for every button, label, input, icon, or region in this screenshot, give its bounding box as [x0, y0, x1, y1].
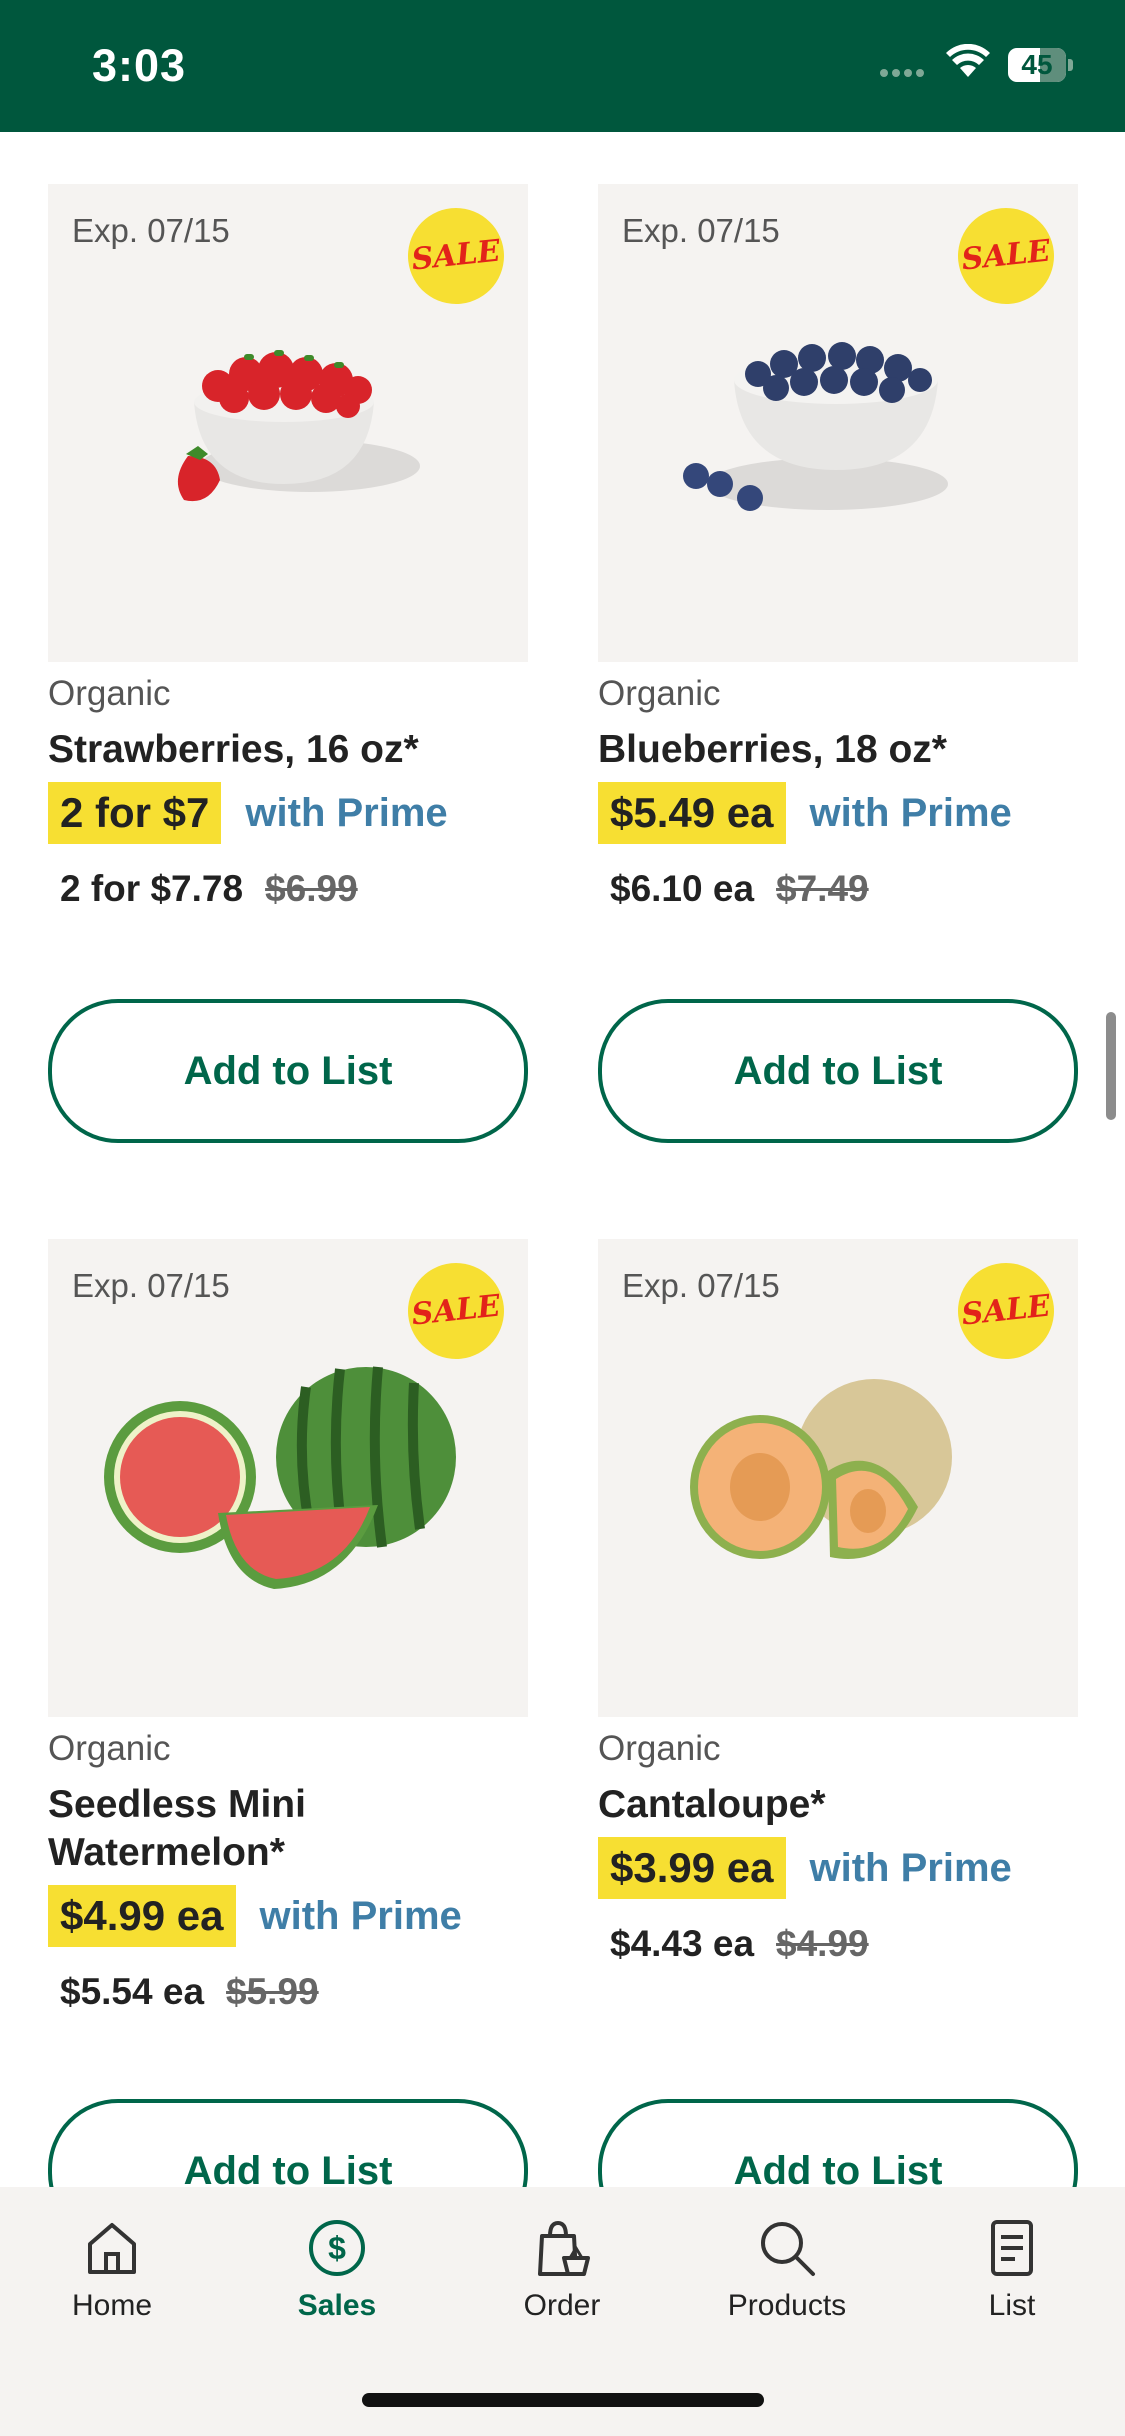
prime-price: $4.99 ea — [48, 1885, 236, 1947]
prime-price: $3.99 ea — [598, 1837, 786, 1899]
product-category: Organic — [48, 1729, 171, 1768]
product-name[interactable]: Seedless Mini Watermelon* — [48, 1781, 528, 1877]
battery-icon: 45 — [1008, 48, 1073, 84]
member-price-row: $6.10 ea $7.49 — [610, 868, 869, 910]
regular-price: $5.99 — [226, 1971, 319, 2012]
status-bar: 3:03 45 — [0, 0, 1125, 132]
expiration-date: Exp. 07/15 — [622, 212, 780, 249]
tab-label: Products — [727, 2289, 847, 2322]
regular-price: $4.99 — [776, 1923, 869, 1964]
tab-label: List — [988, 2289, 1036, 2322]
product-category: Organic — [598, 674, 721, 713]
status-time: 3:03 — [92, 40, 187, 91]
product-image[interactable]: Exp. 07/15 SALE — [598, 184, 1078, 662]
member-price: 2 for $7.78 — [60, 868, 244, 909]
product-image[interactable]: Exp. 07/15 SALE — [48, 184, 528, 662]
tab-order[interactable]: Order — [462, 2215, 662, 2323]
svg-text:$: $ — [328, 2230, 346, 2266]
tab-label: Sales — [297, 2289, 377, 2322]
product-name[interactable]: Cantaloupe* — [598, 1781, 1078, 1829]
member-price-row: 2 for $7.78 $6.99 — [60, 868, 358, 910]
product-name[interactable]: Strawberries, 16 oz* — [48, 726, 528, 774]
prime-price-row: $4.99 ea with Prime — [48, 1885, 462, 1947]
wifi-icon — [946, 43, 990, 83]
tab-sales[interactable]: $ Sales — [237, 2215, 437, 2323]
scrollbar[interactable] — [1106, 1012, 1116, 1120]
add-to-list-button[interactable]: Add to List — [598, 999, 1078, 1143]
expiration-date: Exp. 07/15 — [72, 212, 230, 249]
shopping-bag-icon — [462, 2215, 662, 2281]
search-icon — [687, 2215, 887, 2281]
prime-price-row: $5.49 ea with Prime — [598, 782, 1012, 844]
prime-label: with Prime — [809, 790, 1012, 835]
prime-price-row: $3.99 ea with Prime — [598, 1837, 1012, 1899]
member-price-row: $4.43 ea $4.99 — [610, 1923, 869, 1965]
dollar-icon: $ — [237, 2215, 437, 2281]
list-icon — [912, 2215, 1112, 2281]
prime-label: with Prime — [809, 1845, 1012, 1890]
regular-price: $6.99 — [265, 868, 358, 909]
tab-label: Home — [71, 2289, 153, 2322]
prime-price: $5.49 ea — [598, 782, 786, 844]
product-image[interactable]: Exp. 07/15 SALE — [48, 1239, 528, 1717]
member-price-row: $5.54 ea $5.99 — [60, 1971, 319, 2013]
tab-products[interactable]: Products — [687, 2215, 887, 2323]
expiration-date: Exp. 07/15 — [72, 1267, 230, 1304]
battery-level: 45 — [1021, 49, 1053, 80]
prime-label: with Prime — [245, 790, 448, 835]
tab-home[interactable]: Home — [12, 2215, 212, 2323]
product-image[interactable]: Exp. 07/15 SALE — [598, 1239, 1078, 1717]
home-icon — [12, 2215, 212, 2281]
tab-list[interactable]: List — [912, 2215, 1112, 2323]
prime-price: 2 for $7 — [48, 782, 222, 844]
prime-price-row: 2 for $7 with Prime — [48, 782, 448, 844]
regular-price: $7.49 — [776, 868, 869, 909]
expiration-date: Exp. 07/15 — [622, 1267, 780, 1304]
product-category: Organic — [48, 674, 171, 713]
product-name[interactable]: Blueberries, 18 oz* — [598, 726, 1078, 774]
prime-label: with Prime — [259, 1893, 462, 1938]
member-price: $6.10 ea — [610, 868, 755, 909]
cellular-signal-icon — [880, 64, 928, 82]
product-category: Organic — [598, 1729, 721, 1768]
home-indicator[interactable] — [362, 2393, 764, 2407]
member-price: $5.54 ea — [60, 1971, 205, 2012]
add-to-list-button[interactable]: Add to List — [48, 999, 528, 1143]
tab-label: Order — [523, 2289, 601, 2322]
member-price: $4.43 ea — [610, 1923, 755, 1964]
